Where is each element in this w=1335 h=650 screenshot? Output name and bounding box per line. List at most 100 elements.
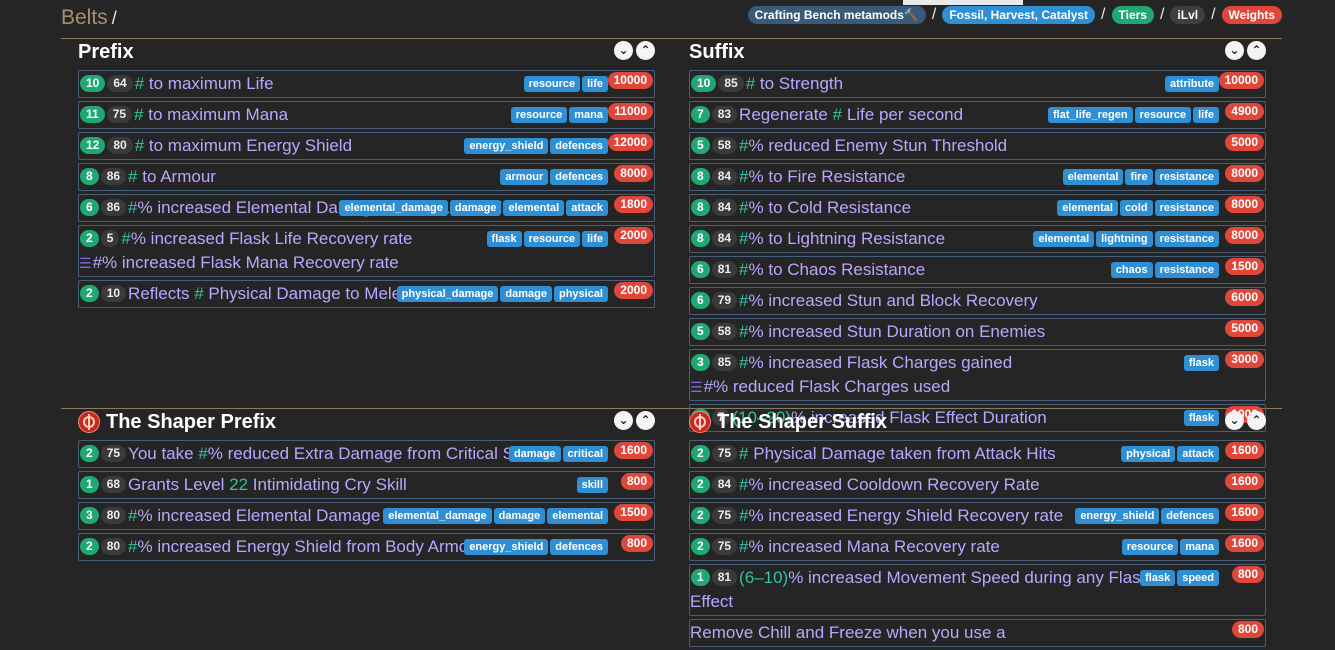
tag-elemental[interactable]: elemental [503, 200, 565, 216]
collapse-chevron-up-icon[interactable]: ⌃ [1247, 411, 1266, 430]
tag-elemental[interactable]: elemental [1057, 200, 1118, 216]
tag-attack[interactable]: attack [566, 200, 608, 216]
tag-attribute[interactable]: attribute [1165, 76, 1219, 92]
mod-line: 3 85 #% increased Flask Charges gained [690, 353, 1012, 372]
tier-badge: 3 [80, 507, 99, 524]
tier-badge: 7 [691, 106, 710, 123]
mod-row[interactable]: 2 84 #% increased Cooldown Recovery Rate 16… [689, 471, 1266, 499]
tag-physical[interactable]: physical [553, 286, 608, 302]
tag-resource[interactable]: resource [1121, 539, 1179, 555]
tag-damage[interactable]: damage [449, 200, 502, 216]
tag-defences[interactable]: defences [550, 138, 608, 154]
tag-flask[interactable]: flask [486, 231, 522, 247]
mod-row[interactable]: 1 81 (6–10)% increased Movement Speed duri… [689, 564, 1266, 616]
mod-row[interactable]: 2 75 #% increased Energy Shield Recovery r… [689, 502, 1266, 530]
tag-mana[interactable]: mana [1180, 539, 1219, 555]
tag-physical[interactable]: physical [1121, 446, 1176, 462]
tag-resistance[interactable]: resistance [1154, 169, 1219, 185]
tag-attack[interactable]: attack [1177, 446, 1219, 462]
tag-life[interactable]: life [1193, 107, 1219, 123]
mod-row[interactable]: 5 58 #% reduced Enemy Stun Threshold 5000 [689, 132, 1266, 160]
tag-critical[interactable]: critical [562, 446, 608, 462]
tag-defences[interactable]: defences [1161, 508, 1219, 524]
filter-button-weights[interactable]: Weights [1221, 6, 1282, 24]
tag-flask[interactable]: flask [1183, 355, 1219, 371]
tag-elemental[interactable]: elemental [1062, 169, 1124, 185]
tag-energy-shield[interactable]: energy_shield [1075, 508, 1160, 524]
weight-badge: 1500 [614, 504, 653, 521]
tag-flask[interactable]: flask [1140, 570, 1176, 586]
tag-resource[interactable]: resource [523, 76, 581, 92]
mod-value: # [134, 105, 149, 124]
tag-energy-shield[interactable]: energy_shield [464, 539, 549, 555]
mod-row[interactable]: 6 81 #% to Chaos Resistance chaos resistance… [689, 256, 1266, 284]
tag-defences[interactable]: defences [550, 169, 608, 185]
tag-damage[interactable]: damage [493, 508, 546, 524]
tag-cold[interactable]: cold [1119, 200, 1153, 216]
mod-row[interactable]: 8 84 #% to Fire Resistance elemental fire res… [689, 163, 1266, 191]
mod-row[interactable]: 2 5 #% increased Flask Life Recovery rate ☰… [78, 225, 655, 277]
tag-elemental-damage[interactable]: elemental_damage [383, 508, 492, 524]
expand-chevron-down-icon[interactable]: ⌄ [614, 411, 633, 430]
mod-row[interactable]: Remove Chill and Freeze when you use a 80… [689, 619, 1266, 647]
tag-elemental[interactable]: elemental [1033, 231, 1095, 247]
tag-damage[interactable]: damage [500, 286, 552, 302]
tag-resource[interactable]: resource [523, 231, 581, 247]
tag-damage[interactable]: damage [508, 446, 561, 462]
mod-row[interactable]: 10 85 # to Strength attribute 10000 [689, 70, 1266, 98]
mod-row[interactable]: 10 64 # to maximum Life resource life 10000 [78, 70, 655, 98]
collapse-chevron-up-icon[interactable]: ⌃ [1247, 41, 1266, 60]
mod-row[interactable]: 11 75 # to maximum Mana resource mana 11000 [78, 101, 655, 129]
expand-chevron-down-icon[interactable]: ⌄ [1225, 41, 1244, 60]
tag-resistance[interactable]: resistance [1154, 231, 1219, 247]
tag-resource[interactable]: resource [510, 107, 568, 123]
mod-row[interactable]: 2 80 #% increased Energy Shield from Body … [78, 533, 655, 561]
mod-row[interactable]: 8 86 # to Armour armour defences 8000 [78, 163, 655, 191]
expand-chevron-down-icon[interactable]: ⌄ [614, 41, 633, 60]
filter-button-crafting-bench-metamods[interactable]: Crafting Bench metamods🔨 [747, 6, 926, 24]
tag-resistance[interactable]: resistance [1154, 262, 1219, 278]
mod-row[interactable]: 2 75 #% increased Mana Recovery rate resour… [689, 533, 1266, 561]
mod-row[interactable]: 2 10 Reflects # Physical Damage to Melee A… [78, 280, 655, 308]
tag-skill[interactable]: skill [576, 477, 608, 493]
tag-fire[interactable]: fire [1125, 169, 1153, 185]
collapse-chevron-up-icon[interactable]: ⌃ [636, 41, 655, 60]
tag-energy-shield[interactable]: energy_shield [464, 138, 549, 154]
expand-chevron-down-icon[interactable]: ⌄ [1225, 411, 1244, 430]
ilvl-badge: 5 [100, 230, 120, 247]
tag-resource[interactable]: resource [1134, 107, 1192, 123]
mod-row[interactable]: 2 75 # Physical Damage taken from Attack H… [689, 440, 1266, 468]
tag-defences[interactable]: defences [550, 539, 608, 555]
mod-row[interactable]: 7 83 Regenerate # Life per second flat_life… [689, 101, 1266, 129]
tag-life[interactable]: life [582, 231, 608, 247]
tag-mana[interactable]: mana [569, 107, 608, 123]
mod-row[interactable]: 3 85 #% increased Flask Charges gained ☰#% … [689, 349, 1266, 401]
filter-button-fossil-harvest-catalyst[interactable]: Fossil, Harvest, Catalyst [942, 6, 1096, 24]
tag-armour[interactable]: armour [500, 169, 549, 185]
tag-lightning[interactable]: lightning [1096, 231, 1153, 247]
tag-life[interactable]: life [582, 76, 608, 92]
mod-row[interactable]: 8 84 #% to Lightning Resistance elemental li… [689, 225, 1266, 253]
breadcrumb-belts[interactable]: Belts [61, 6, 108, 29]
mod-row[interactable]: 12 80 # to maximum Energy Shield energy_shi… [78, 132, 655, 160]
tag-chaos[interactable]: chaos [1110, 262, 1153, 278]
tag-elemental[interactable]: elemental [547, 508, 608, 524]
tag-speed[interactable]: speed [1177, 570, 1219, 586]
tier-badge: 8 [691, 199, 710, 216]
mod-tags: elemental fire resistance [1062, 169, 1219, 185]
mod-row[interactable]: 3 80 #% increased Elemental Damage elementa… [78, 502, 655, 530]
filter-button-ilvl[interactable]: iLvl [1170, 6, 1206, 24]
mod-row[interactable]: 6 86 #% increased Elemental Damage with At… [78, 194, 655, 222]
tag-resistance[interactable]: resistance [1154, 200, 1219, 216]
mod-row[interactable]: 2 75 You take #% reduced Extra Damage from… [78, 440, 655, 468]
mod-row[interactable]: 5 58 #% increased Stun Duration on Enemies… [689, 318, 1266, 346]
tag-elemental-damage[interactable]: elemental_damage [339, 200, 448, 216]
mod-row[interactable]: 8 84 #% to Cold Resistance elemental cold res… [689, 194, 1266, 222]
mod-row[interactable]: 6 79 #% increased Stun and Block Recovery 6… [689, 287, 1266, 315]
tag-flat-life-regen[interactable]: flat_life_regen [1048, 107, 1133, 123]
tag-physical-damage[interactable]: physical_damage [396, 286, 499, 302]
mod-tags: elemental cold resistance [1057, 200, 1219, 216]
mod-row[interactable]: 1 68 Grants Level 22 Intimidating Cry Skil… [78, 471, 655, 499]
collapse-chevron-up-icon[interactable]: ⌃ [636, 411, 655, 430]
filter-button-tiers[interactable]: Tiers [1111, 6, 1154, 24]
